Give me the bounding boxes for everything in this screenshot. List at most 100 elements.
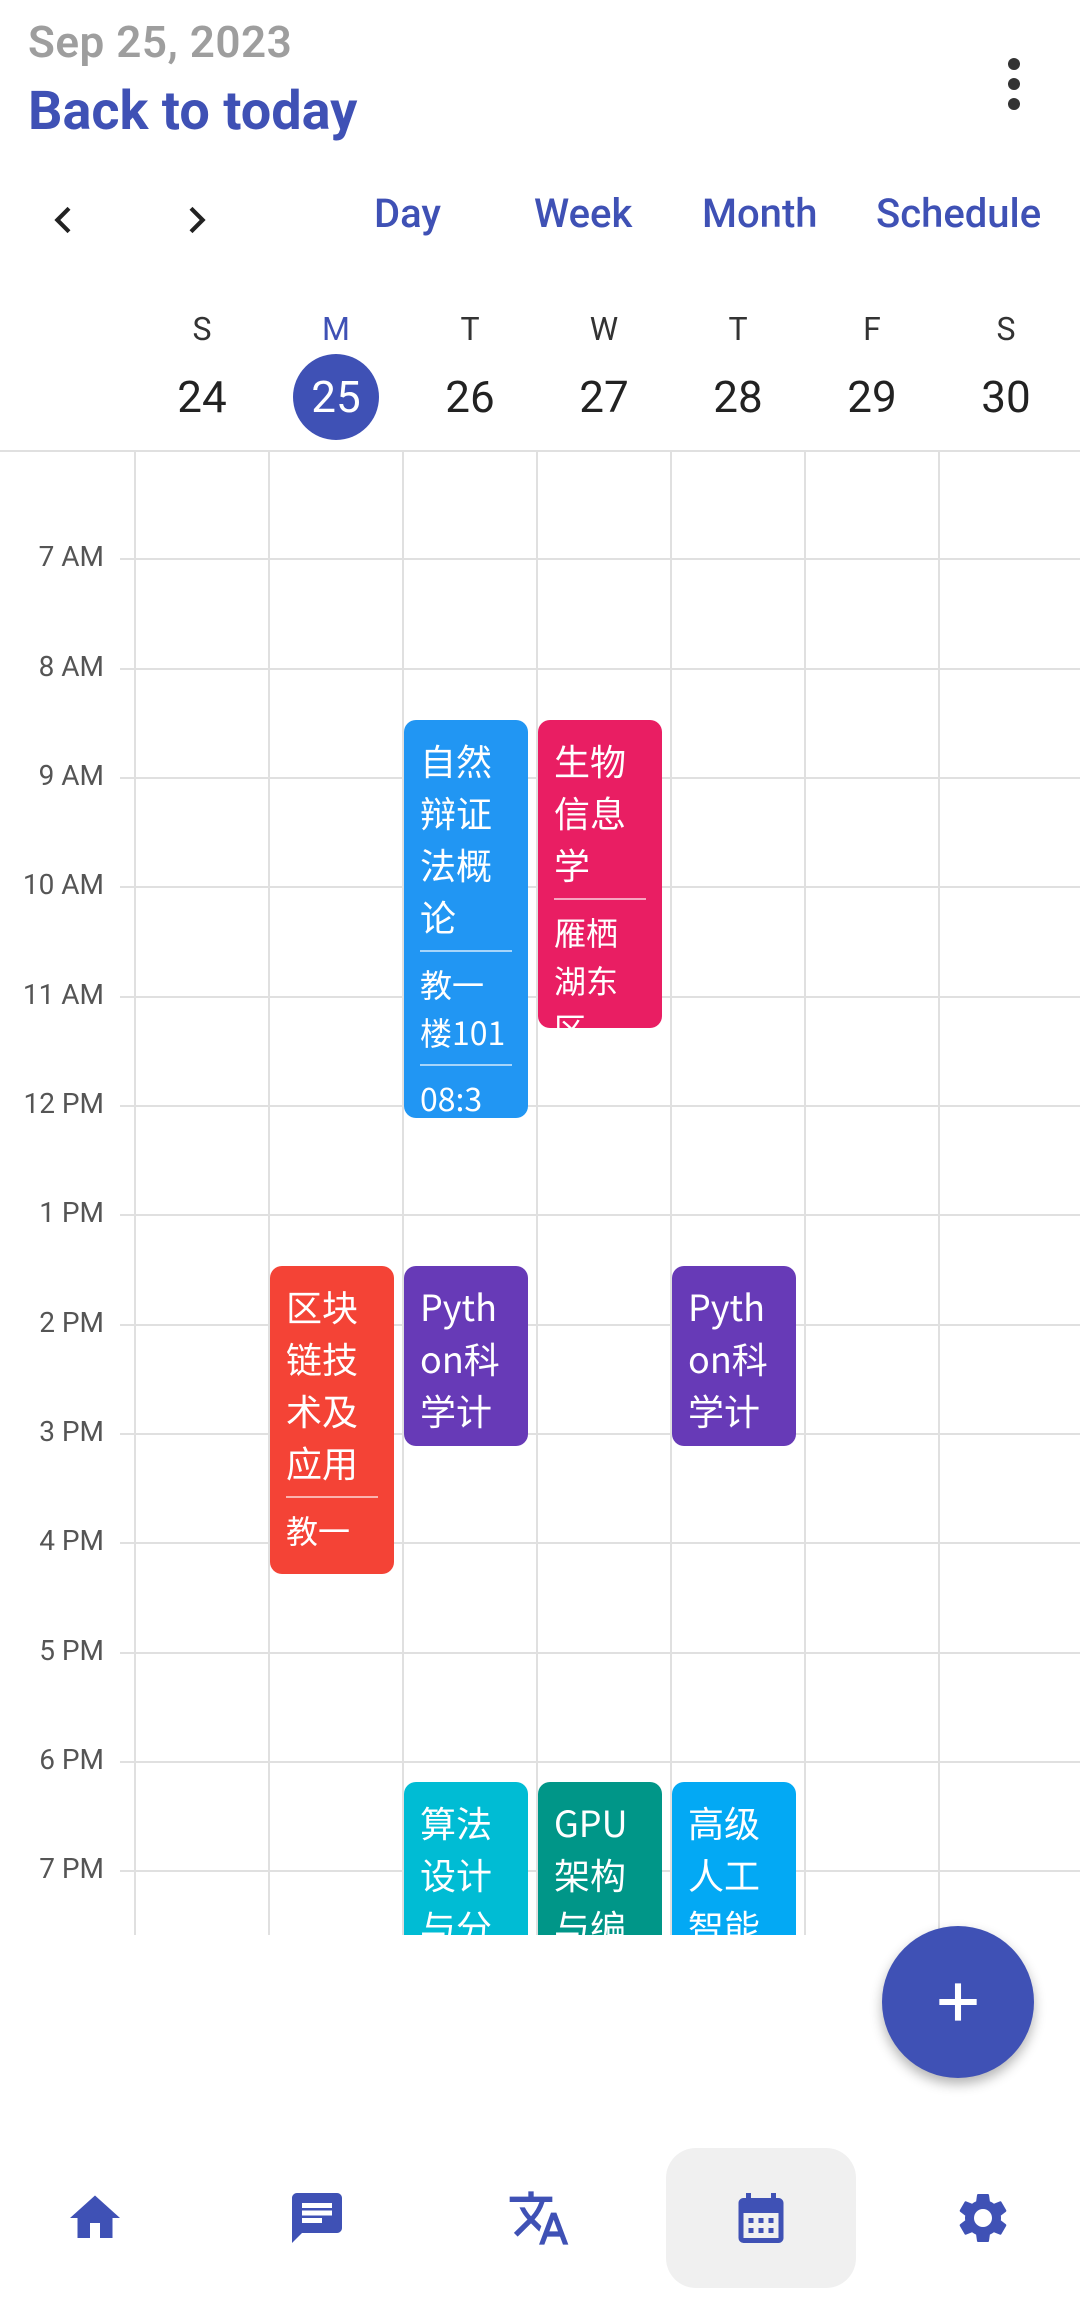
next-week-button[interactable] bbox=[166, 190, 226, 250]
day-of-week: T bbox=[460, 310, 480, 348]
more-dot-icon bbox=[1008, 78, 1020, 90]
tab-schedule[interactable]: Schedule bbox=[876, 190, 1041, 237]
hour-label: 1 PM bbox=[39, 1196, 104, 1229]
hour-label: 9 AM bbox=[38, 759, 104, 792]
week-grid[interactable]: 7 AM 8 AM 9 AM 10 AM 11 AM 12 PM 1 PM 2 … bbox=[0, 452, 1080, 1935]
hour-line bbox=[120, 1324, 1080, 1326]
event-title: 区块链技术及应用 bbox=[286, 1280, 359, 1488]
day-number-text: 29 bbox=[847, 371, 897, 423]
day-of-week: W bbox=[589, 310, 619, 348]
event-card[interactable]: 区块链技术及应用 教一 bbox=[270, 1266, 394, 1574]
home-icon bbox=[70, 2195, 120, 2238]
day-divider bbox=[402, 452, 404, 1935]
event-title: 高级人工智能 bbox=[688, 1796, 761, 1935]
hour-label: 11 AM bbox=[22, 978, 104, 1011]
translate-icon bbox=[509, 2191, 569, 2245]
day-of-week: F bbox=[863, 310, 881, 348]
event-divider bbox=[286, 1496, 378, 1498]
event-title: Python科学计 bbox=[420, 1280, 500, 1436]
day-number[interactable]: 29 bbox=[805, 354, 939, 440]
tab-week[interactable]: Week bbox=[534, 190, 632, 237]
nav-calendar[interactable] bbox=[666, 2148, 856, 2288]
day-number-selected[interactable]: 25 bbox=[269, 354, 403, 440]
hour-label: 7 PM bbox=[39, 1852, 104, 1885]
gear-icon bbox=[959, 2194, 1007, 2242]
event-title: 自然辩证法概论 bbox=[420, 734, 493, 942]
event-card[interactable]: Python科学计 bbox=[404, 1266, 528, 1446]
day-divider bbox=[804, 452, 806, 1935]
calendar-icon bbox=[738, 2193, 784, 2243]
message-icon bbox=[292, 2193, 342, 2243]
chevron-right-icon bbox=[189, 206, 206, 234]
day-of-week: S bbox=[996, 310, 1016, 348]
hour-label: 12 PM bbox=[23, 1087, 104, 1120]
event-title: 生物信息学 bbox=[554, 734, 627, 890]
event-card[interactable]: 自然辩证法概论 教一楼101 08:3 bbox=[404, 720, 528, 1118]
tab-month[interactable]: Month bbox=[702, 190, 818, 237]
day-number[interactable]: 28 bbox=[671, 354, 805, 440]
back-to-today-button[interactable]: Back to today bbox=[28, 80, 357, 143]
event-time: 08:3 bbox=[420, 1075, 483, 1118]
hour-line bbox=[120, 1542, 1080, 1544]
day-number-text: 24 bbox=[177, 371, 227, 423]
hour-line bbox=[120, 1214, 1080, 1216]
day-number-text: 30 bbox=[981, 371, 1031, 423]
tab-day[interactable]: Day bbox=[374, 190, 441, 237]
plus-icon bbox=[939, 1983, 977, 2021]
hour-label: 10 AM bbox=[22, 868, 104, 901]
hour-line bbox=[120, 1652, 1080, 1654]
event-divider bbox=[554, 898, 646, 900]
nav-translate[interactable] bbox=[444, 2148, 634, 2288]
event-location: 雁栖湖东区 bbox=[554, 909, 619, 1028]
nav-settings[interactable] bbox=[888, 2148, 1078, 2288]
event-card[interactable]: 算法设计与分 bbox=[404, 1782, 528, 1935]
day-of-week: T bbox=[728, 310, 748, 348]
hour-line bbox=[120, 1761, 1080, 1763]
current-date: Sep 25, 2023 bbox=[28, 16, 293, 68]
event-card[interactable]: GPU架构与编 bbox=[538, 1782, 662, 1935]
day-number-text: 25 bbox=[293, 354, 379, 440]
chevron-left-icon bbox=[54, 206, 71, 234]
day-number-text: 27 bbox=[579, 371, 629, 423]
event-card[interactable]: 高级人工智能 bbox=[672, 1782, 796, 1935]
more-menu-button[interactable] bbox=[988, 50, 1040, 120]
hour-label: 6 PM bbox=[39, 1743, 104, 1776]
more-dot-icon bbox=[1008, 98, 1020, 110]
day-divider bbox=[536, 452, 538, 1935]
day-number[interactable]: 24 bbox=[135, 354, 269, 440]
hour-line bbox=[120, 1105, 1080, 1107]
day-divider bbox=[268, 452, 270, 1935]
previous-week-button[interactable] bbox=[34, 190, 94, 250]
hour-line bbox=[120, 668, 1080, 670]
day-divider bbox=[670, 452, 672, 1935]
day-of-week: M bbox=[322, 310, 350, 348]
day-number-text: 28 bbox=[713, 371, 763, 423]
hour-label: 4 PM bbox=[39, 1524, 104, 1557]
hour-label: 5 PM bbox=[39, 1634, 104, 1667]
hour-label: 7 AM bbox=[38, 540, 104, 573]
nav-messages[interactable] bbox=[222, 2148, 412, 2288]
day-number[interactable]: 30 bbox=[939, 354, 1073, 440]
event-location: 教一 bbox=[286, 1507, 351, 1553]
hour-line bbox=[120, 1433, 1080, 1435]
nav-home[interactable] bbox=[0, 2148, 190, 2288]
hour-label: 3 PM bbox=[39, 1415, 104, 1448]
add-event-button[interactable] bbox=[882, 1926, 1034, 2078]
event-divider bbox=[420, 1064, 512, 1066]
day-divider bbox=[938, 452, 940, 1935]
hour-label: 2 PM bbox=[39, 1306, 104, 1339]
day-divider bbox=[134, 452, 136, 1935]
event-card[interactable]: Python科学计 bbox=[672, 1266, 796, 1446]
event-location: 教一楼101 bbox=[420, 961, 506, 1055]
event-title: GPU架构与编 bbox=[554, 1796, 628, 1935]
hour-label: 8 AM bbox=[38, 650, 104, 683]
event-divider bbox=[420, 950, 512, 952]
event-title: 算法设计与分 bbox=[420, 1796, 493, 1935]
day-number[interactable]: 26 bbox=[403, 354, 537, 440]
more-dot-icon bbox=[1008, 58, 1020, 70]
hour-line bbox=[120, 558, 1080, 560]
day-number-text: 26 bbox=[445, 371, 495, 423]
day-number[interactable]: 27 bbox=[537, 354, 671, 440]
day-of-week: S bbox=[192, 310, 212, 348]
event-card[interactable]: 生物信息学 雁栖湖东区 bbox=[538, 720, 662, 1028]
